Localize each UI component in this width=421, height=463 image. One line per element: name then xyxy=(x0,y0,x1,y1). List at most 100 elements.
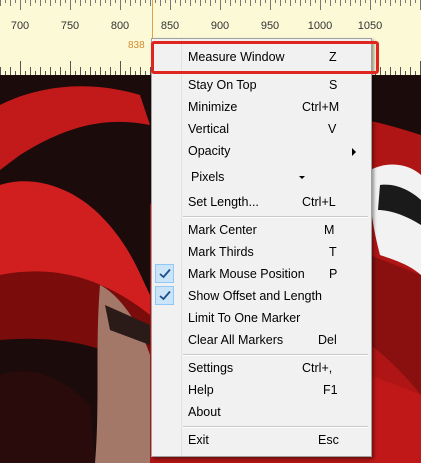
menu-item-mark-thirds[interactable]: Mark Thirds T xyxy=(152,241,371,263)
ruler-tick xyxy=(385,71,386,75)
ruler-top-tick xyxy=(65,0,66,3)
ruler-top-tick xyxy=(250,0,251,6)
menu-item-label: Clear All Markers xyxy=(188,333,284,347)
ruler-top-tick xyxy=(55,0,56,3)
highlight-box xyxy=(151,41,379,74)
ruler-top-tick xyxy=(90,0,91,6)
ruler-top-tick xyxy=(345,0,346,3)
ruler-top-tick xyxy=(325,0,326,3)
ruler-tick xyxy=(60,67,61,75)
ruler-top-tick xyxy=(180,0,181,6)
ruler-tick xyxy=(120,61,121,75)
ruler-top-tick xyxy=(10,0,11,6)
ruler-top-tick xyxy=(240,0,241,6)
ruler-top-tick xyxy=(60,0,61,6)
ruler-top-tick xyxy=(215,0,216,3)
ruler-tick xyxy=(100,67,101,75)
ruler-top-tick xyxy=(280,0,281,6)
menu-item-shortcut: V xyxy=(328,122,337,136)
menu-item-label: Mark Thirds xyxy=(188,245,254,259)
ruler-top-tick xyxy=(370,0,371,10)
ruler-top-tick xyxy=(210,0,211,6)
ruler-top-tick xyxy=(155,0,156,3)
ruler-top-tick xyxy=(360,0,361,6)
ruler-tick xyxy=(50,67,51,75)
ruler-top-tick xyxy=(330,0,331,6)
menu-item-label: Mark Mouse Position xyxy=(188,267,305,281)
ruler-tick xyxy=(405,71,406,75)
menu-item-shortcut: T xyxy=(329,245,337,259)
ruler-top-tick xyxy=(410,0,411,6)
menu-item-limit-to-one-marker[interactable]: Limit To One Marker xyxy=(152,307,371,329)
ruler-tick xyxy=(25,71,26,75)
ruler-tick xyxy=(105,71,106,75)
menu-item-shortcut: Del xyxy=(318,333,337,347)
ruler-tick xyxy=(0,67,1,75)
ruler-top-tick xyxy=(140,0,141,6)
menu-item-clear-all-markers[interactable]: Clear All Markers Del xyxy=(152,329,371,351)
menu-item-about[interactable]: About xyxy=(152,401,371,423)
menu-item-minimize[interactable]: Minimize Ctrl+M xyxy=(152,96,371,118)
ruler-label: 900 xyxy=(210,20,230,32)
ruler-tick xyxy=(10,67,11,75)
ruler-tick xyxy=(395,71,396,75)
ruler-tick xyxy=(75,71,76,75)
menu-item-label: Stay On Top xyxy=(188,78,257,92)
ruler-tick xyxy=(85,71,86,75)
ruler-top-tick xyxy=(260,0,261,6)
ruler-top-tick xyxy=(225,0,226,3)
menu-item-label: Show Offset and Length xyxy=(188,289,322,303)
ruler-top-tick xyxy=(355,0,356,3)
ruler-top-tick xyxy=(40,0,41,6)
ruler-top-tick xyxy=(170,0,171,10)
ruler-top-tick xyxy=(350,0,351,6)
ruler-top-tick xyxy=(150,0,151,6)
ruler-tick xyxy=(145,71,146,75)
ruler-top-tick xyxy=(160,0,161,6)
ruler-top-tick xyxy=(50,0,51,6)
ruler-tick xyxy=(380,67,381,75)
menu-item-shortcut: Ctrl+L xyxy=(302,195,336,209)
units-select[interactable]: Pixels xyxy=(186,166,312,189)
ruler-top-tick xyxy=(230,0,231,6)
ruler-tick xyxy=(90,67,91,75)
ruler-top-tick xyxy=(70,0,71,10)
menu-item-shortcut: Esc xyxy=(318,433,339,447)
ruler-top-tick xyxy=(205,0,206,3)
ruler-tick xyxy=(115,71,116,75)
units-select-value: Pixels xyxy=(191,170,225,184)
menu-item-stay-on-top[interactable]: Stay On Top S xyxy=(152,74,371,96)
ruler-label: 700 xyxy=(10,20,30,32)
menu-item-shortcut: Ctrl+, xyxy=(302,361,333,375)
ruler-top-tick xyxy=(85,0,86,3)
ruler-top-tick xyxy=(405,0,406,3)
ruler-top-tick xyxy=(0,0,1,6)
menu-item-opacity[interactable]: Opacity xyxy=(152,140,371,162)
ruler-tick xyxy=(400,67,401,75)
ruler-tick xyxy=(65,71,66,75)
menu-item-settings[interactable]: Settings Ctrl+, xyxy=(152,357,371,379)
menu-item-label: Opacity xyxy=(188,144,231,158)
ruler-label: 800 xyxy=(110,20,130,32)
context-menu: Measure Window Z Stay On Top S Minimize … xyxy=(151,38,372,457)
ruler-tick xyxy=(40,67,41,75)
menu-item-exit[interactable]: Exit Esc xyxy=(152,429,371,451)
menu-item-help[interactable]: Help F1 xyxy=(152,379,371,401)
ruler-top-tick xyxy=(310,0,311,6)
menu-item-set-length[interactable]: Set Length... Ctrl+L xyxy=(152,191,371,213)
ruler-top-tick xyxy=(95,0,96,3)
ruler-tick xyxy=(5,71,6,75)
ruler-top-tick xyxy=(30,0,31,6)
ruler-top-tick xyxy=(275,0,276,3)
menu-item-vertical[interactable]: Vertical V xyxy=(152,118,371,140)
ruler-top-tick xyxy=(270,0,271,10)
ruler-top-tick xyxy=(285,0,286,3)
menu-item-mark-center[interactable]: Mark Center M xyxy=(152,219,371,241)
menu-item-mark-mouse-position[interactable]: Mark Mouse Position P xyxy=(152,263,371,285)
ruler-tick xyxy=(15,71,16,75)
menu-item-shortcut: P xyxy=(329,267,338,281)
menu-item-shortcut: M xyxy=(324,223,335,237)
menu-item-label: Exit xyxy=(188,433,209,447)
menu-item-show-offset-and-length[interactable]: Show Offset and Length xyxy=(152,285,371,307)
ruler-top-tick xyxy=(115,0,116,3)
